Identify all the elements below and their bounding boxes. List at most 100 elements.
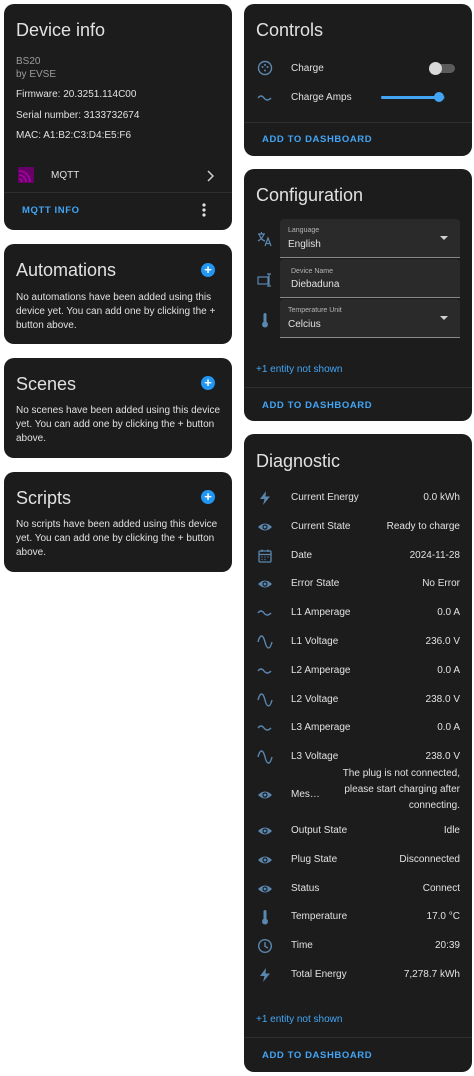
form-textbox-icon <box>257 272 273 288</box>
charge-amps-label: Charge Amps <box>291 92 352 103</box>
device-info-card: Device info BS20 by EVSE Firmware: 20.32… <box>4 4 232 230</box>
scripts-card: Scripts + No scripts have been added usi… <box>4 472 232 572</box>
device-name-field[interactable]: Device Name Diebaduna <box>280 259 460 298</box>
eye-icon <box>257 823 273 839</box>
device-info-title: Device info <box>16 20 106 40</box>
diagnostic-row-label: Output State <box>291 825 348 836</box>
scenes-empty-text: No scenes have been added using this dev… <box>16 405 221 444</box>
current-ac-icon <box>257 90 273 106</box>
diagnostic-row-label: L1 Amperage <box>291 607 351 619</box>
caret-down-icon <box>440 236 448 240</box>
diagnostic-card: Diagnostic Current Energy 0.0 kWh Current … <box>244 434 472 1072</box>
diagnostic-row-value: Idle <box>443 825 460 836</box>
message-value: The plug is not connected, please start c… <box>330 766 460 814</box>
mqtt-integration-row[interactable]: MQTT <box>4 159 232 193</box>
diagnostic-add-to-dashboard-button[interactable]: ADD TO DASHBOARD <box>262 1050 372 1061</box>
diagnostic-row-label: Status <box>291 882 320 894</box>
configuration-card: Configuration Language English Device Na… <box>244 169 472 421</box>
mac-text: MAC: A1:B2:C3:D4:E5:F6 <box>16 130 132 141</box>
language-select[interactable]: Language English <box>280 219 460 258</box>
language-field-value: English <box>288 239 321 250</box>
eye-icon <box>257 881 273 897</box>
charge-toggle[interactable] <box>429 62 455 75</box>
diagnostic-row-value: 0.0 A <box>437 607 460 619</box>
temperature-unit-select[interactable]: Temperature Unit Celcius <box>280 299 460 338</box>
diagnostic-row-label: Current Energy <box>291 492 359 503</box>
add-script-button[interactable]: + <box>201 490 215 504</box>
diagnostic-row-value: 17.0 °C <box>426 911 460 923</box>
controls-title: Controls <box>256 20 324 40</box>
slider-fill <box>381 96 439 99</box>
diagnostic-row-value: 7,278.7 kWh <box>403 969 460 980</box>
diagnostic-row-label: L3 Voltage <box>291 751 339 763</box>
controls-add-to-dashboard-button[interactable]: ADD TO DASHBOARD <box>262 134 372 145</box>
sine-wave-icon <box>257 692 273 708</box>
current-ac-icon <box>257 663 273 679</box>
message-line: The plug is not connected, <box>342 768 460 779</box>
device-manufacturer: by EVSE <box>16 69 57 80</box>
slider-thumb[interactable] <box>433 92 444 102</box>
add-automation-button[interactable]: + <box>201 263 215 277</box>
ev-station-icon <box>257 60 273 76</box>
mqtt-info-button[interactable]: MQTT INFO <box>22 205 80 216</box>
scenes-title: Scenes <box>16 374 77 394</box>
hidden-entities-link[interactable]: +1 entity not shown <box>256 363 342 377</box>
firmware-text: Firmware: 20.3251.114C00 <box>16 89 137 100</box>
thermometer-icon <box>257 909 273 925</box>
device-name-field-value: Diebaduna <box>291 279 340 290</box>
mqtt-label: MQTT <box>51 170 80 181</box>
diagnostic-row-label: L3 Amperage <box>291 722 351 734</box>
divider <box>244 387 472 388</box>
configuration-add-to-dashboard-button[interactable]: ADD TO DASHBOARD <box>262 400 372 411</box>
diagnostic-row-label: L2 Voltage <box>291 693 339 705</box>
clock-icon <box>257 938 273 954</box>
automations-empty-text: No automations have been added using thi… <box>16 292 216 331</box>
eye-icon <box>257 519 273 535</box>
diagnostic-row-value: 20:39 <box>434 940 460 952</box>
diagnostic-row-value: 236.0 V <box>425 636 460 647</box>
scenes-card: Scenes + No scenes have been added using… <box>4 358 232 458</box>
temperature-unit-field-value: Celcius <box>288 319 321 330</box>
charge-label: Charge <box>291 63 324 74</box>
diagnostic-row-value: 2024-11-28 <box>409 549 460 561</box>
configuration-title: Configuration <box>256 185 364 205</box>
scripts-title: Scripts <box>16 488 72 508</box>
diagnostic-row-label: Time <box>291 940 313 952</box>
automations-card: Automations + No automations have been a… <box>4 244 232 344</box>
diagnostic-row-label: L1 Voltage <box>291 636 339 647</box>
diagnostic-row-value: Connect <box>422 882 460 894</box>
diagnostic-row-value: Ready to charge <box>386 520 460 532</box>
diagnostic-row-label: Total Energy <box>291 969 347 980</box>
diagnostic-row-value: 0.0 A <box>437 664 460 676</box>
diagnostic-row-value: 238.0 V <box>425 751 460 763</box>
sine-wave-icon <box>257 749 273 765</box>
charge-amps-slider[interactable] <box>381 91 445 103</box>
current-ac-icon <box>257 605 273 621</box>
automations-title: Automations <box>16 260 117 280</box>
translate-icon <box>257 231 273 247</box>
message-line: connecting. <box>408 800 460 811</box>
diagnostic-row-value: 238.0 V <box>425 693 460 705</box>
hidden-entities-link[interactable]: +1 entity not shown <box>256 1013 342 1027</box>
divider <box>244 1037 472 1038</box>
more-vert-icon[interactable] <box>202 203 206 222</box>
diagnostic-row-label: Error State <box>291 578 340 590</box>
diagnostic-title: Diagnostic <box>256 451 341 471</box>
divider <box>244 122 472 123</box>
chevron-right-icon <box>206 169 215 187</box>
eye-icon <box>257 852 273 868</box>
message-line: please start charging after <box>344 784 460 795</box>
scripts-empty-text: No scripts have been added using this de… <box>16 519 218 558</box>
eye-icon <box>257 787 273 803</box>
temperature-unit-field-label: Temperature Unit <box>288 307 342 314</box>
device-model: BS20 <box>16 56 41 67</box>
diagnostic-row-label: Date <box>291 549 313 561</box>
diagnostic-row-label: Plug State <box>291 853 338 865</box>
flash-icon <box>257 490 273 506</box>
diagnostic-row-label: Current State <box>291 520 351 532</box>
diagnostic-row-label: Temperature <box>291 911 348 923</box>
add-scene-button[interactable]: + <box>201 376 215 390</box>
thermometer-icon <box>257 312 273 328</box>
flash-icon <box>257 967 273 983</box>
diagnostic-row-label: L2 Amperage <box>291 664 351 676</box>
